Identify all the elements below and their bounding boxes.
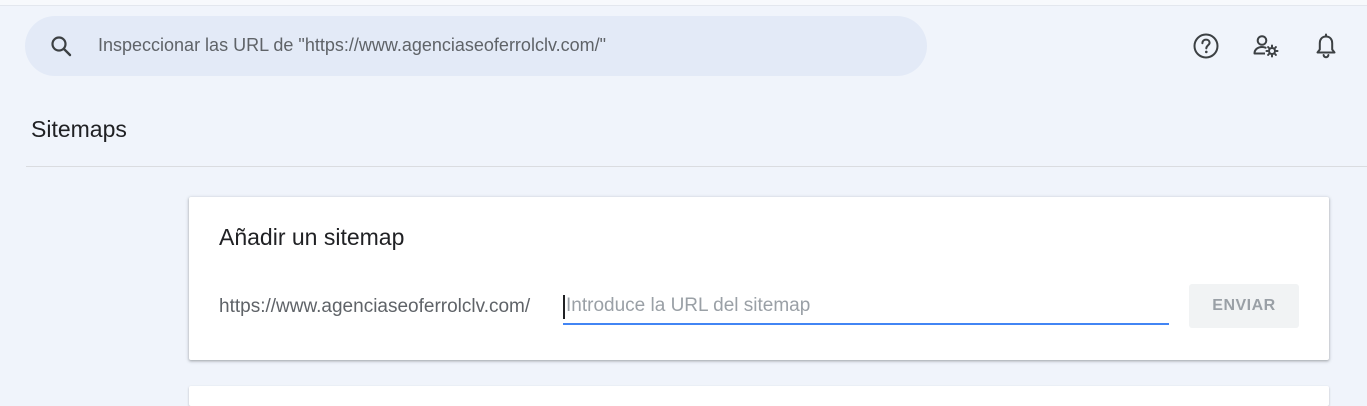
- add-sitemap-card: Añadir un sitemap https://www.agenciaseo…: [189, 197, 1329, 360]
- sitemap-url-input[interactable]: [563, 289, 1169, 325]
- header-divider: [26, 166, 1367, 167]
- help-icon[interactable]: [1192, 32, 1220, 60]
- manage-users-icon[interactable]: [1252, 32, 1280, 60]
- page-title: Sitemaps: [31, 116, 127, 142]
- text-cursor: [563, 295, 565, 319]
- sitemap-url-prefix: https://www.agenciaseoferrolclv.com/: [219, 296, 531, 317]
- inspect-url-search-bar[interactable]: Inspeccionar las URL de "https://www.age…: [25, 16, 927, 76]
- submit-sitemap-button[interactable]: ENVIAR: [1189, 284, 1299, 328]
- search-icon[interactable]: [49, 34, 73, 58]
- add-sitemap-title: Añadir un sitemap: [219, 224, 405, 250]
- notifications-icon[interactable]: [1312, 32, 1340, 60]
- top-strip: [0, 0, 1367, 6]
- sitemaps-list-card: [189, 386, 1329, 406]
- search-input[interactable]: Inspeccionar las URL de "https://www.age…: [98, 35, 606, 56]
